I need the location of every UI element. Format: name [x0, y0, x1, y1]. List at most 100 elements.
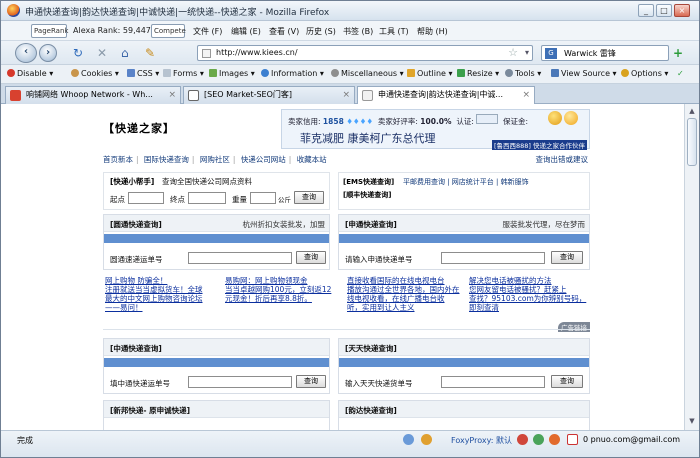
end-input[interactable] — [188, 192, 226, 204]
tab-kiees[interactable]: 申通快递查询|韵达快递查询|中诚... × — [357, 86, 535, 105]
vertical-scrollbar[interactable]: ▲ ▼ — [684, 104, 699, 430]
tab-close-icon[interactable]: × — [342, 87, 350, 103]
tab-whoop[interactable]: 响铺网络 Whoop Network - Wh... × — [5, 86, 181, 104]
check-icon[interactable]: ✓ — [677, 69, 684, 78]
dev-outline[interactable]: Outline ▾ — [407, 69, 453, 78]
ems-title[interactable]: [EMS快递查询] — [343, 177, 394, 187]
url-dropdown-icon[interactable]: ▾ — [525, 48, 529, 57]
tab-close-icon[interactable]: × — [522, 87, 530, 103]
url-bar[interactable]: http://www.kiees.cn/ ☆ ▾ — [197, 45, 533, 61]
dev-resize[interactable]: Resize ▾ — [457, 69, 499, 78]
gmail-icon[interactable] — [567, 434, 578, 445]
dev-tools[interactable]: Tools ▾ — [505, 69, 541, 78]
news-link[interactable]: 元现金！折后再享8.8折。 — [225, 294, 345, 303]
tiantian-number-input[interactable] — [441, 376, 545, 388]
menu-history[interactable]: 历史 (S) — [306, 26, 336, 37]
back-icon[interactable]: ‹ — [15, 43, 37, 63]
close-button[interactable]: × — [674, 4, 690, 17]
yuantong-number-input[interactable] — [188, 252, 292, 264]
tiantian-query-button[interactable]: 查询 — [551, 375, 583, 388]
firebug-icon[interactable] — [549, 434, 560, 445]
menu-tools[interactable]: 工具 (T) — [379, 26, 409, 37]
gmail-status[interactable]: 0 pnuo.com@gmail.com — [583, 435, 680, 444]
tab-seo-market[interactable]: [SEO Market-SEO门客] × — [183, 86, 355, 104]
maximize-button[interactable]: □ — [656, 4, 672, 17]
alexa-rank[interactable]: Alexa Rank: 59,447 — [73, 26, 151, 35]
scroll-up-icon[interactable]: ▲ — [687, 106, 697, 116]
news-link[interactable]: 易购网：网上购物领现金 — [225, 276, 345, 285]
news-link[interactable]: 解决您电话被骚扰的方法 — [469, 276, 589, 285]
dev-cookies[interactable]: Cookies ▾ — [71, 69, 119, 78]
zhongtong-number-input[interactable] — [188, 376, 292, 388]
news-link[interactable]: ——易问！ — [105, 303, 225, 312]
shentong-query-button[interactable]: 查询 — [551, 251, 583, 264]
shunfeng-title[interactable]: [顺丰快递查询] — [343, 190, 391, 200]
pencil-icon[interactable]: ✎ — [145, 46, 155, 60]
adblock-icon[interactable] — [517, 434, 528, 445]
news-link[interactable]: 直接收看国际的在线电视电台 — [347, 276, 467, 285]
dev-options[interactable]: Options ▾ — [621, 69, 668, 78]
forward-icon[interactable]: › — [39, 44, 57, 62]
stop-icon[interactable]: ✕ — [97, 46, 107, 60]
nav-community[interactable]: 网购社区 — [200, 155, 230, 164]
site-logo[interactable]: 【快递之家】 — [103, 120, 175, 136]
dev-view-source[interactable]: View Source ▾ — [551, 69, 617, 78]
news-link[interactable]: 最大的中文网上购物咨询论坛 — [105, 294, 225, 303]
news-link[interactable]: 网上购物 防骗全！ — [105, 276, 225, 285]
news-link[interactable]: 当当卓越网购100元，立刻返12 — [225, 285, 345, 294]
news-link[interactable]: 播放沟通过全世界各地，国内外在 — [347, 285, 467, 294]
news-link[interactable]: 听，实用到让人主义 — [347, 303, 467, 312]
reload-icon[interactable]: ↻ — [73, 46, 83, 60]
menu-edit[interactable]: 编辑 (E) — [231, 26, 261, 37]
search-engine-icon[interactable]: G — [545, 48, 557, 59]
menu-file[interactable]: 文件 (F) — [193, 26, 222, 37]
search-box[interactable]: G Warwick 雷锋 — [541, 45, 669, 61]
addon-icon[interactable] — [403, 434, 414, 445]
add-icon[interactable]: + — [673, 46, 683, 60]
nav-home[interactable]: 首页新本 — [103, 155, 133, 164]
helper-query-button[interactable]: 查询 — [294, 191, 324, 204]
partner-badge[interactable]: [鲁西西888] 快递之家合作伙伴 — [491, 140, 587, 150]
nav-bookmark[interactable]: 收藏本站 — [297, 155, 327, 164]
compete-badge[interactable]: Compete — [151, 24, 186, 38]
menu-bookmarks[interactable]: 书签 (B) — [343, 26, 373, 37]
menu-help[interactable]: 帮助 (H) — [417, 26, 448, 37]
top-navigation: 首页新本 | 国际快递查询 | 网购社区 | 快递公司网站 | 收藏本站 查询出错或建议 — [103, 154, 590, 166]
menu-view[interactable]: 查看 (V) — [269, 26, 299, 37]
news-link[interactable]: 注册就送当当虚拟货车！全球 — [105, 285, 225, 294]
news-link[interactable]: 即刻查清 — [469, 303, 589, 312]
yuantong-query-button[interactable]: 查询 — [296, 251, 326, 264]
minimize-button[interactable]: _ — [638, 4, 654, 17]
news-link[interactable]: 您网友留电话被骚扰？赶紧上 — [469, 285, 589, 294]
promo-text[interactable]: 菲克减肥 康美柯广东总代理 — [300, 130, 436, 146]
shentong-ad-note[interactable]: 服装批发代理，尽在梦而 — [503, 219, 586, 230]
nav-courier-sites[interactable]: 快递公司网站 — [241, 155, 286, 164]
pagerank-badge[interactable]: PageRank — [31, 24, 68, 38]
tab-close-icon[interactable]: × — [168, 87, 176, 103]
dev-disable[interactable]: Disable ▾ — [7, 69, 53, 78]
foxyproxy-status[interactable]: FoxyProxy: 默认 — [451, 435, 512, 446]
dev-information[interactable]: Information ▾ — [261, 69, 324, 78]
dev-images[interactable]: Images ▾ — [209, 69, 255, 78]
url-text[interactable]: http://www.kiees.cn/ — [216, 48, 298, 57]
ems-links[interactable]: 平邮费用查询 | 网店统计平台 | 韩新服饰 — [403, 177, 529, 187]
news-link[interactable]: 查找？95103.com为你辨别号码， — [469, 294, 589, 303]
search-input[interactable]: Warwick 雷锋 — [564, 48, 616, 59]
nav-international[interactable]: 国际快递查询 — [144, 155, 189, 164]
dev-forms[interactable]: Forms ▾ — [163, 69, 204, 78]
nav-feedback[interactable]: 查询出错或建议 — [536, 154, 589, 165]
ssl-icon[interactable] — [533, 434, 544, 445]
start-input[interactable] — [128, 192, 164, 204]
news-link[interactable]: 线电视收看，在线广播电台收 — [347, 294, 467, 303]
dev-css[interactable]: CSS ▾ — [127, 69, 159, 78]
scroll-thumb[interactable] — [687, 118, 697, 166]
zhongtong-query-button[interactable]: 查询 — [296, 375, 326, 388]
scroll-down-icon[interactable]: ▼ — [687, 416, 697, 426]
dev-misc[interactable]: Miscellaneous ▾ — [331, 69, 404, 78]
yuantong-ad-note[interactable]: 杭州折扣女装批发，加盟 — [243, 219, 326, 230]
home-icon[interactable]: ⌂ — [121, 46, 129, 60]
shentong-number-input[interactable] — [441, 252, 545, 264]
gear-icon[interactable] — [421, 434, 432, 445]
weight-input[interactable] — [250, 192, 276, 204]
bookmark-star-icon[interactable]: ☆ — [508, 46, 518, 59]
